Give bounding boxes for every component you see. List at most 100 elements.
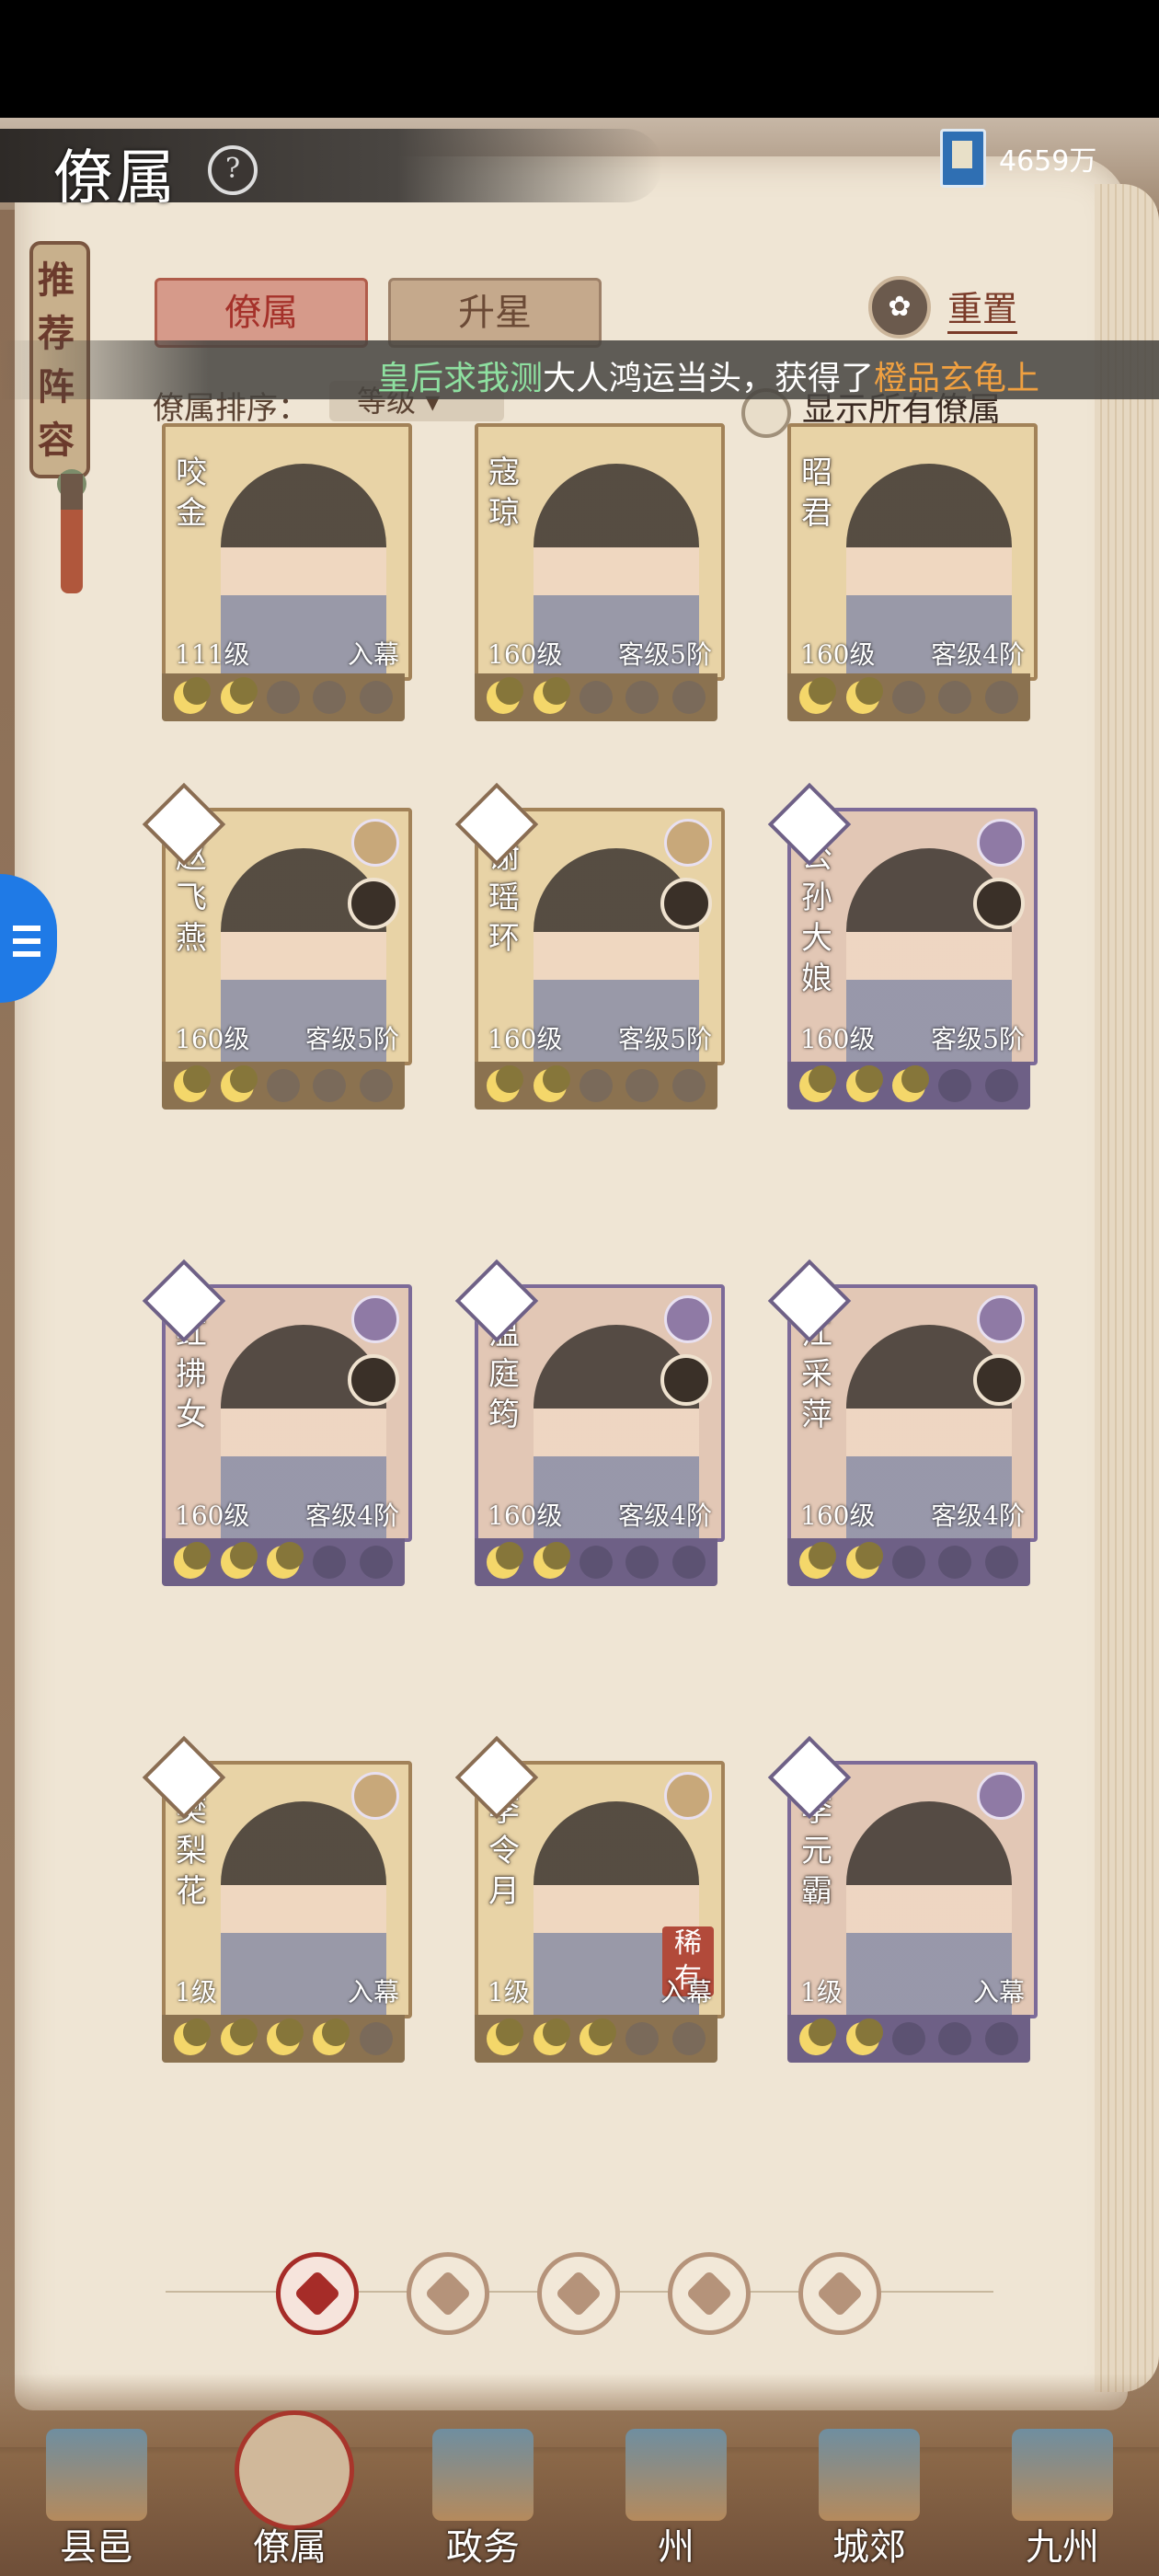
bottom-nav [0,2374,1159,2576]
moon-empty-icon [938,1546,972,1579]
attendant-card[interactable]: 温庭筠 160级 客级4阶 [454,1259,725,1597]
moon-empty-icon [359,1546,393,1579]
nav-label: 州 [658,2526,694,2569]
moon-empty-icon [625,2022,660,2055]
nav-label: 县邑 [60,2526,133,2569]
moon-icon [220,1069,254,1102]
fan-icon [685,2270,733,2317]
attendant-card[interactable]: 李令月 稀有 1级 入幕 [454,1735,725,2074]
moon-icon [174,1546,208,1579]
card-rank: 入幕 [972,1977,1025,2007]
announcement-text: 皇后求我测大人鸿运当头，获得了橙品玄龟上 [377,351,1039,399]
card-level: 160级 [488,1501,563,1531]
moon-icon [533,1069,567,1102]
card-rank: 入幕 [660,1977,712,2007]
moon-empty-icon [671,2022,706,2055]
card-name: 公孙大娘 [801,839,832,997]
card-rank: 客级5阶 [931,1024,1025,1054]
status-bar [0,0,1159,118]
moon-rating [475,1062,717,1110]
moon-rating [162,1062,405,1110]
moon-empty-icon [579,1546,613,1579]
moon-empty-icon [671,681,706,714]
card-level: 1级 [175,1977,217,2007]
moon-icon [220,2022,254,2055]
partner-avatar [348,878,399,929]
announcement-player: 皇后求我测 [377,360,544,397]
nav-affairs[interactable]: 政务 [414,2429,552,2569]
moon-empty-icon [579,1069,613,1102]
partner-avatar [973,1354,1025,1406]
moon-icon [533,2022,567,2055]
moon-icon [174,2022,208,2055]
suburbs-icon [819,2429,920,2521]
moon-icon [533,681,567,714]
tab-upgrade-star[interactable]: 升星 [388,278,602,348]
nav-attendants[interactable]: 僚属 [221,2410,359,2569]
moon-icon [845,2022,879,2055]
gourd-icon [555,2270,602,2317]
moon-empty-icon [579,681,613,714]
moon-empty-icon [671,1069,706,1102]
attendant-card[interactable]: 赵飞燕 160级 客级5阶 [142,782,412,1121]
attendant-card[interactable]: 咬金 111级 入幕 [162,423,412,743]
card-name: 咬金 [176,454,207,532]
skill-icon [977,819,1025,867]
filter-lion-button[interactable] [798,2252,881,2335]
attendant-card[interactable]: 李元霸 1级 入幕 [767,1735,1038,2074]
moon-empty-icon [984,1546,1018,1579]
card-rank: 入幕 [347,1977,399,2007]
moon-empty-icon [671,1546,706,1579]
attendant-card[interactable]: 昭君 160级 客级4阶 [787,423,1038,743]
nav-prefecture[interactable]: 州 [607,2429,745,2569]
moon-rating [787,1538,1030,1586]
moon-icon [266,1546,300,1579]
announcement-item: 橙品玄龟上 [874,360,1040,397]
help-icon[interactable]: ? [208,145,258,195]
moon-empty-icon [266,681,300,714]
skill-icon [664,1295,712,1343]
reset-button[interactable]: ✿ 重置 [868,276,1018,339]
card-level: 160级 [175,1501,250,1531]
nav-nine-provinces[interactable]: 九州 [993,2429,1131,2569]
tab-attendants[interactable]: 僚属 [155,278,368,348]
card-rank: 客级4阶 [931,639,1025,670]
filter-bell-button[interactable] [407,2252,489,2335]
skill-icon [351,819,399,867]
moon-rating [787,673,1030,721]
card-rank: 客级4阶 [618,1501,712,1531]
attendant-card[interactable]: 寇琼 160级 客级5阶 [475,423,725,743]
moon-rating [475,673,717,721]
moon-empty-icon [938,1069,972,1102]
page-edge [1095,184,1159,2392]
attendant-card[interactable]: 公孙大娘 160级 客级5阶 [767,782,1038,1121]
moon-icon [266,2022,300,2055]
moon-rating [787,2015,1030,2063]
nav-label: 城郊 [832,2526,906,2569]
attendant-card[interactable]: 江采萍 160级 客级4阶 [767,1259,1038,1597]
filter-all-button[interactable] [276,2252,359,2335]
card-name: 昭君 [801,454,832,532]
category-filters [166,2245,993,2337]
attendant-card[interactable]: 樊梨花 1级 入幕 [142,1735,412,2074]
moon-icon [174,681,208,714]
nav-county[interactable]: 县邑 [28,2429,166,2569]
card-level: 1级 [800,1977,843,2007]
filter-fan-button[interactable] [668,2252,751,2335]
prefecture-icon [625,2429,727,2521]
card-art: 昭君 160级 客级4阶 [787,423,1038,681]
moon-empty-icon [313,1546,347,1579]
moon-icon [220,681,254,714]
card-level: 160级 [488,639,563,670]
card-rank: 客级4阶 [931,1501,1025,1531]
lion-icon [816,2270,864,2317]
nav-suburbs[interactable]: 城郊 [800,2429,938,2569]
book-skill-icon [351,1772,399,1820]
moon-icon [845,1546,879,1579]
card-art: 寇琼 160级 客级5阶 [475,423,725,681]
moon-icon [487,1546,521,1579]
filter-gourd-button[interactable] [537,2252,620,2335]
attendant-card[interactable]: 谢瑶环 160级 客级5阶 [454,782,725,1121]
attendant-card[interactable]: 红拂女 160级 客级4阶 [142,1259,412,1597]
moon-empty-icon [359,2022,393,2055]
